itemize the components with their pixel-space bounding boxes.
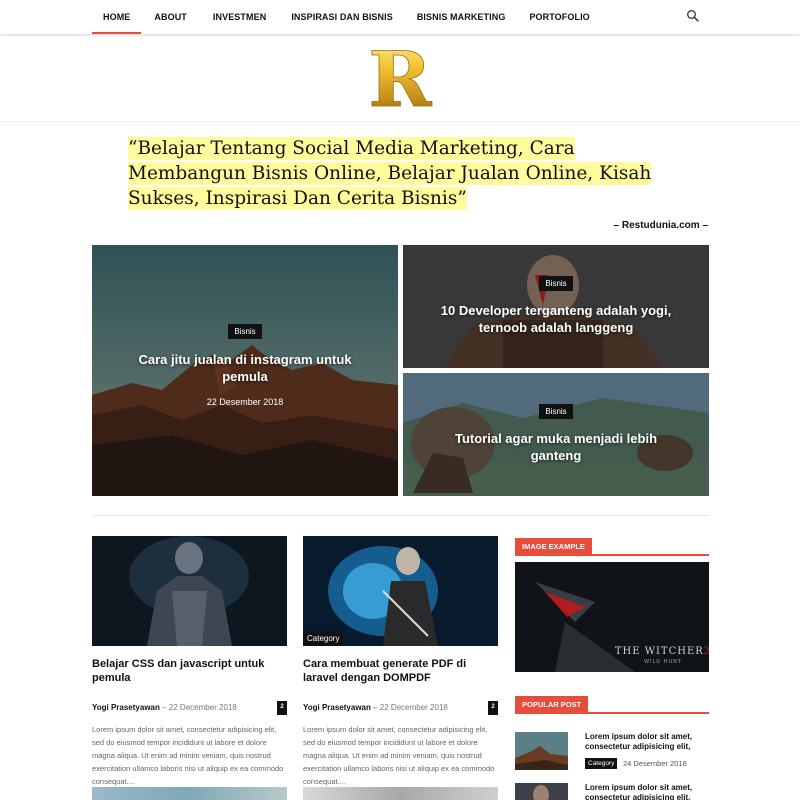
featured-title[interactable]: Tutorial agar muka menjadi lebih ganteng	[403, 430, 709, 464]
search-icon[interactable]	[686, 9, 700, 23]
popular-post-image	[515, 783, 568, 800]
category-badge[interactable]: Bisnis	[228, 324, 262, 339]
nav-item-investmen[interactable]: INVESTMEN	[202, 0, 277, 34]
widget-title: IMAGE EXAMPLE	[515, 538, 592, 556]
dante-image	[303, 536, 498, 646]
featured-content: Bisnis Tutorial agar muka menjadi lebih …	[403, 401, 709, 464]
popular-post-thumbnail[interactable]	[515, 783, 568, 800]
article-date: 22 December 2018	[379, 703, 448, 712]
article-card: Category Cara membuat generate PDF di la…	[303, 536, 498, 788]
article-excerpt: Lorem ipsum dolor sit amet, consectetur …	[92, 725, 284, 786]
popular-post-item: Lorem ipsum dolor sit amet, consectetur …	[515, 732, 709, 772]
article-date: 22 December 2018	[168, 703, 237, 712]
widget-title: POPULAR POST	[515, 696, 589, 714]
popular-post-title[interactable]: Lorem ipsum dolor sit amet, consectetur …	[585, 783, 709, 800]
article-title[interactable]: Cara membuat generate PDF di laravel den…	[303, 657, 498, 685]
featured-post-bottom-right[interactable]: Bisnis Tutorial agar muka menjadi lebih …	[403, 373, 709, 496]
popular-post-thumbnail[interactable]	[515, 732, 568, 770]
witcher-banner[interactable]: THE WITCHER3 WILD HUNT	[515, 562, 709, 672]
quote-source: – Restudunia.com –	[613, 220, 708, 231]
article-thumbnail[interactable]: Category	[303, 536, 498, 646]
featured-post-large[interactable]: Bisnis Cara jitu jualan di instagram unt…	[92, 245, 398, 496]
nav-item-portofolio[interactable]: PORTOFOLIO	[518, 0, 600, 34]
top-navigation: HOME ABOUT INVESTMEN INSPIRASI DAN BISNI…	[0, 0, 800, 34]
featured-post-top-right[interactable]: Bisnis 10 Developer terganteng adalah yo…	[403, 245, 709, 368]
popular-post-item: Lorem ipsum dolor sit amet, consectetur …	[515, 783, 709, 800]
popular-post-title[interactable]: Lorem ipsum dolor sit amet, consectetur …	[585, 732, 709, 752]
article-author[interactable]: Yogi Prasetyawan	[92, 703, 160, 712]
logo-header: R	[0, 34, 800, 122]
site-logo[interactable]: R	[360, 42, 440, 112]
widget-header-popular-post: POPULAR POST	[515, 694, 709, 714]
nav-item-home[interactable]: HOME	[92, 0, 142, 34]
article-title[interactable]: Belajar CSS dan javascript untuk pemula	[92, 657, 287, 685]
comment-count[interactable]: 2	[277, 701, 287, 715]
category-badge[interactable]: Bisnis	[539, 404, 573, 419]
tagline-quote: “Belajar Tentang Social Media Marketing,…	[128, 137, 652, 210]
article-author[interactable]: Yogi Prasetyawan	[303, 703, 371, 712]
witcher-image: THE WITCHER3 WILD HUNT	[515, 562, 709, 672]
article-thumbnail[interactable]	[92, 536, 287, 646]
featured-content: Bisnis 10 Developer terganteng adalah yo…	[403, 273, 709, 336]
section-divider	[92, 515, 709, 516]
article-thumbnail-partial[interactable]	[92, 787, 287, 800]
svg-text:WILD HUNT: WILD HUNT	[644, 659, 682, 665]
popular-post-date: 24 Desember 2018	[623, 759, 687, 768]
category-badge[interactable]: Category	[303, 631, 344, 646]
featured-title[interactable]: Cara jitu jualan di instagram untuk pemu…	[92, 351, 398, 385]
article-meta: Yogi Prasetyawan – 22 December 2018 2	[303, 701, 498, 715]
article-thumbnail-partial[interactable]	[303, 787, 498, 800]
article-card: Belajar CSS dan javascript untuk pemula …	[92, 536, 287, 788]
article-excerpt: Lorem ipsum dolor sit amet, consectetur …	[303, 725, 495, 786]
popular-post-image	[515, 732, 568, 770]
category-badge[interactable]: Bisnis	[539, 276, 573, 291]
widget-header-image-example: IMAGE EXAMPLE	[515, 536, 709, 556]
svg-text:THE WITCHER3: THE WITCHER3	[615, 646, 709, 657]
knight-image	[92, 536, 287, 646]
featured-content: Bisnis Cara jitu jualan di instagram unt…	[92, 321, 398, 407]
nav-menu: HOME ABOUT INVESTMEN INSPIRASI DAN BISNI…	[92, 0, 601, 34]
featured-date: 22 Desember 2018	[206, 397, 284, 407]
category-badge[interactable]: Category	[585, 758, 618, 769]
logo-letter: R	[368, 42, 432, 112]
comment-count[interactable]: 2	[488, 701, 498, 715]
nav-item-about[interactable]: ABOUT	[143, 0, 198, 34]
featured-title[interactable]: 10 Developer terganteng adalah yogi, ter…	[403, 302, 709, 336]
article-meta: Yogi Prasetyawan – 22 December 2018 2	[92, 701, 287, 715]
nav-item-inspirasi-dan-bisnis[interactable]: INSPIRASI DAN BISNIS	[280, 0, 404, 34]
nav-item-bisnis-marketing[interactable]: BISNIS MARKETING	[406, 0, 517, 34]
